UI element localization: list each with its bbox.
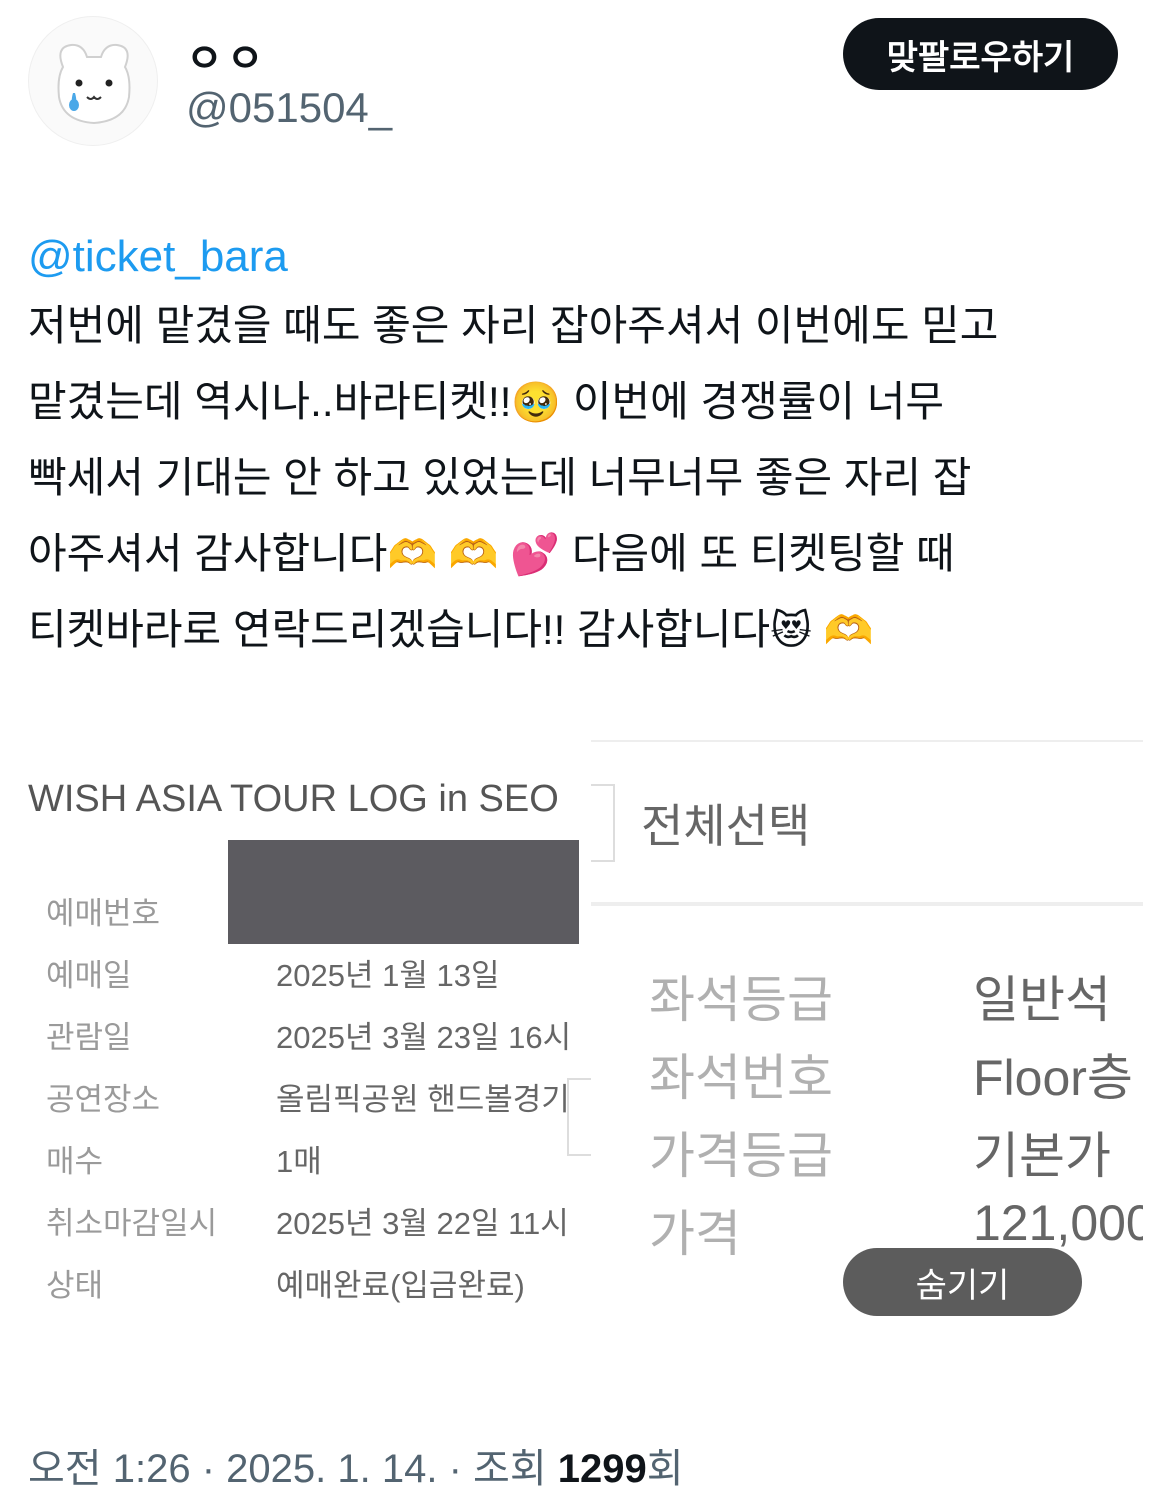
separator-dot: ·	[201, 1447, 216, 1491]
post-line: 티켓바라로 연락드리겠습니다!! 감사합니다😻 🫶	[28, 606, 874, 654]
cancel-deadline-label: 취소마감일시	[46, 1206, 218, 1241]
ticket-count-label: 매수	[46, 1144, 104, 1179]
post-line: 아주셔서 감사합니다🫶 🫶 💕 다음에 또 티켓팅할 때	[28, 530, 955, 578]
heart-hands-emoji-icon: 🫶	[823, 608, 874, 654]
crying-dog-avatar-icon	[57, 43, 131, 125]
hide-button[interactable]: 숨기기	[843, 1248, 1082, 1316]
seat-grade-label: 좌석등급	[649, 972, 833, 1028]
booking-date-value: 2025년 1월 13일	[276, 958, 500, 993]
seat-number-value: Floor층	[973, 1050, 1133, 1106]
post-line: 빡세서 기대는 안 하고 있었는데 너무너무 좋은 자리 잡	[28, 454, 972, 501]
price-value: 121,000	[973, 1195, 1143, 1251]
status-label: 상태	[46, 1268, 104, 1303]
checkbox-edge	[591, 784, 615, 862]
venue-value: 올림픽공원 핸드볼경기	[276, 1082, 570, 1117]
viewing-date-label: 관람일	[46, 1020, 132, 1055]
status-value: 예매완료(입금완료)	[276, 1268, 525, 1303]
views-count: 1299	[557, 1447, 647, 1491]
display-name[interactable]: ㅇㅇ	[186, 26, 268, 84]
heart-hands-emoji-icon: 🫶	[448, 532, 499, 578]
post-meta: 오전 1:26 · 2025. 1. 14. · 조회 1299회	[28, 1436, 684, 1494]
booking-details-panel: WISH ASIA TOUR LOG in SEO 예매번호 예매일 2025년…	[24, 738, 579, 1338]
price-label: 가격	[649, 1206, 741, 1262]
post-line: 맡겼는데 역시나..바라티켓!!🥹 이번에 경쟁률이 너무	[28, 378, 944, 426]
heart-eyes-cat-emoji-icon: 😻	[770, 608, 812, 654]
divider	[591, 740, 1143, 742]
post-time[interactable]: 오전 1:26	[28, 1447, 191, 1491]
post-line: 저번에 맡겼을 때도 좋은 자리 잡아주셔서 이번에도 믿고	[28, 302, 999, 349]
seat-number-label: 좌석번호	[649, 1050, 833, 1106]
ticket-count-value: 1매	[276, 1144, 322, 1179]
post-date[interactable]: 2025. 1. 14.	[226, 1447, 437, 1491]
separator-dot: ·	[448, 1447, 462, 1491]
pleading-face-emoji-icon: 🥹	[511, 380, 562, 426]
redacted-booking-number	[228, 840, 579, 944]
venue-label: 공연장소	[46, 1082, 161, 1117]
booking-date-label: 예매일	[46, 958, 132, 993]
two-hearts-emoji-icon: 💕	[510, 532, 561, 578]
views-prefix: 조회	[473, 1447, 547, 1491]
seat-grade-value: 일반석	[973, 972, 1111, 1028]
seat-details-panel: 전체선택 좌석등급 일반석 좌석번호 Floor층 가격등급 기본가 가격 12…	[591, 738, 1143, 1338]
post-text: @ticket_bara 저번에 맡겼을 때도 좋은 자리 잡아주셔서 이번에도…	[28, 226, 1153, 668]
mention-link[interactable]: @ticket_bara	[28, 226, 1153, 288]
avatar[interactable]	[28, 16, 158, 146]
select-all-label: 전체선택	[641, 800, 811, 852]
views-suffix: 회	[646, 1447, 684, 1491]
user-handle[interactable]: @051504_	[186, 84, 392, 132]
follow-back-button[interactable]: 맞팔로우하기	[843, 18, 1118, 90]
divider	[591, 902, 1143, 906]
checkbox-edge	[567, 1078, 593, 1156]
booking-number-label: 예매번호	[46, 896, 161, 931]
price-grade-value: 기본가	[973, 1128, 1111, 1184]
cancel-deadline-value: 2025년 3월 22일 11시	[276, 1206, 569, 1241]
viewing-date-value: 2025년 3월 23일 16시	[276, 1020, 572, 1055]
heart-hands-emoji-icon: 🫶	[387, 532, 438, 578]
event-title: WISH ASIA TOUR LOG in SEO	[28, 778, 559, 820]
price-grade-label: 가격등급	[649, 1128, 833, 1184]
